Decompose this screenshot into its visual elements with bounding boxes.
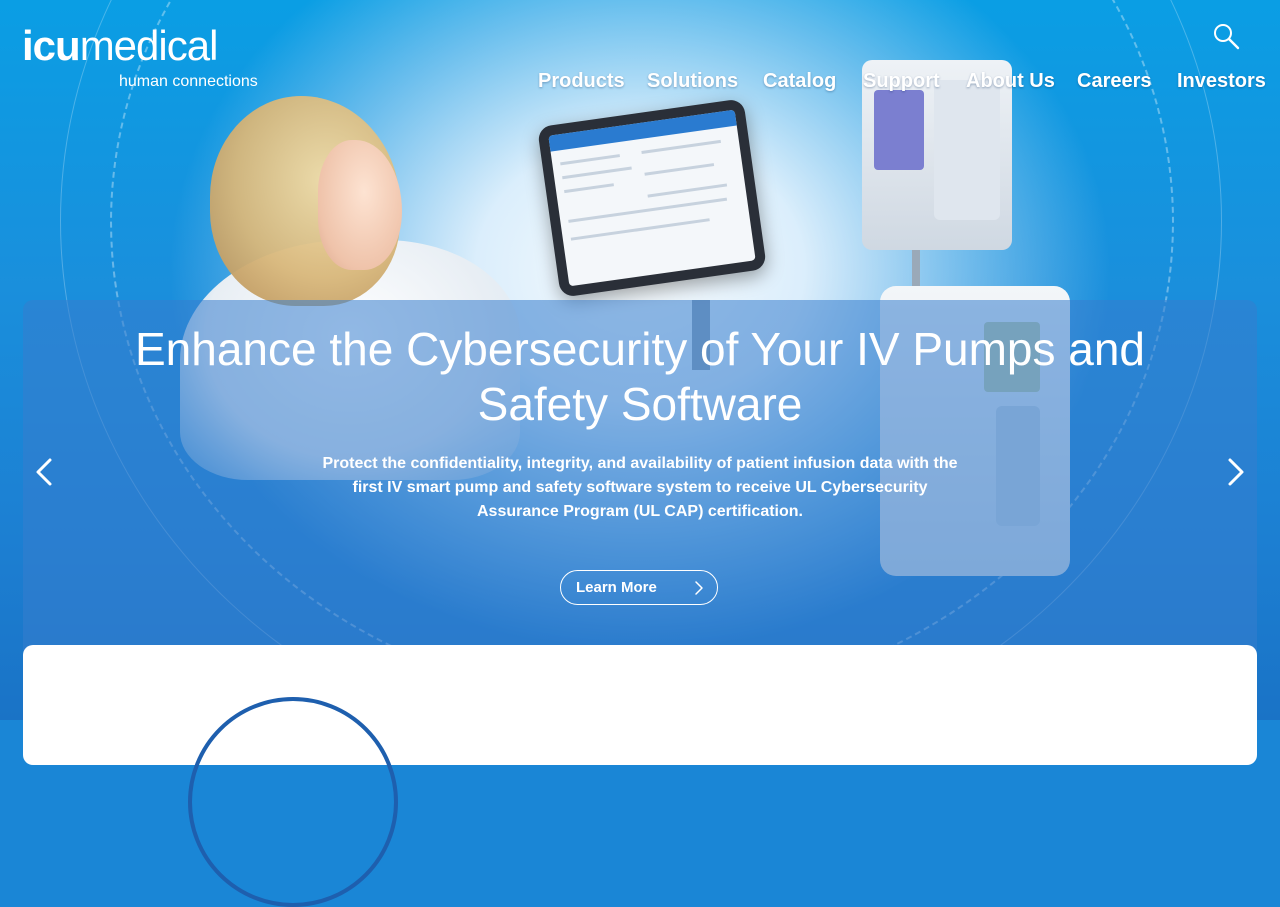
carousel-next-button[interactable] (1216, 452, 1256, 492)
site-logo[interactable]: icumedical human connections (22, 22, 258, 91)
nav-item-support[interactable]: Support (863, 70, 940, 93)
tablet-screen-line (560, 154, 620, 166)
carousel-prev-button[interactable] (26, 452, 66, 492)
learn-more-label: Learn More (576, 579, 657, 596)
main-navigation: Products Solutions Catalog Support About… (0, 70, 1280, 100)
chevron-right-icon (1228, 458, 1244, 486)
slide-description: Protect the confidentiality, integrity, … (322, 455, 958, 520)
tablet-screen-line (570, 218, 710, 241)
logo-bold-text: icu (22, 22, 81, 69)
tablet-screen-line (562, 166, 632, 180)
nav-item-products[interactable]: Products (538, 70, 625, 93)
nav-item-about-us[interactable]: About Us (966, 70, 1055, 93)
pump-keypad (934, 80, 1000, 220)
logo-light-text: medical (79, 22, 219, 69)
tablet-screen (548, 109, 756, 287)
chevron-right-icon (695, 581, 703, 595)
nav-item-investors[interactable]: Investors (1177, 70, 1266, 93)
tablet-screen-line (647, 183, 728, 198)
tablet-screen-line (641, 139, 721, 154)
search-icon (1214, 24, 1240, 50)
search-button[interactable] (1210, 20, 1244, 54)
tablet-screen-line (564, 183, 614, 194)
learn-more-button[interactable]: Learn More (560, 570, 718, 605)
slide-headline: Enhance the Cybersecurity of Your IV Pum… (134, 323, 1146, 430)
pump-pole (912, 250, 920, 290)
tablet-screen-line (644, 163, 715, 176)
tablet-device-image (537, 98, 767, 298)
pump-screen (874, 90, 924, 170)
content-card (23, 645, 1257, 907)
nav-item-catalog[interactable]: Catalog (763, 70, 836, 93)
chevron-left-icon (36, 458, 52, 486)
nav-item-careers[interactable]: Careers (1077, 70, 1152, 93)
card-circle-graphic (188, 697, 398, 907)
nav-item-solutions[interactable]: Solutions (647, 70, 738, 93)
logo-wordmark: icumedical (22, 22, 219, 69)
